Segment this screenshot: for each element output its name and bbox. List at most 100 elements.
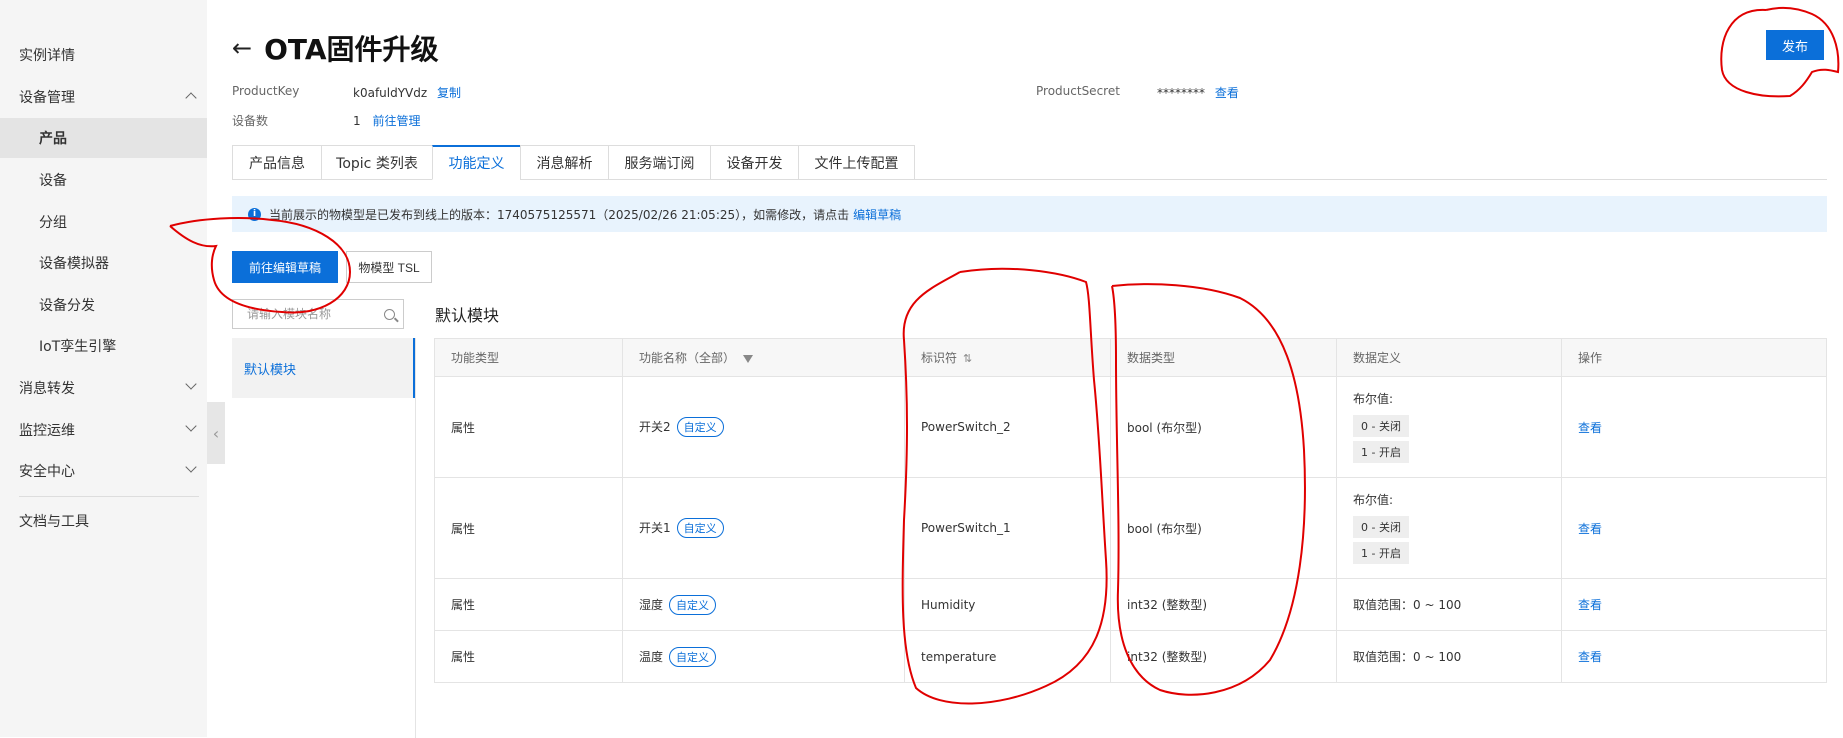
sidebar-item-instance-details[interactable]: 实例详情 — [0, 35, 207, 75]
cell-action: 查看 — [1561, 578, 1827, 631]
column-header-name[interactable]: 功能名称（全部） — [622, 338, 905, 377]
sidebar-item-label: 消息转发 — [19, 381, 75, 397]
sidebar-item-label: 设备 — [39, 173, 67, 189]
cell-type: 属性 — [434, 376, 623, 478]
tab-file-upload-config[interactable]: 文件上传配置 — [798, 145, 915, 180]
cell-action: 查看 — [1561, 477, 1827, 579]
view-link[interactable]: 查看 — [1578, 650, 1602, 664]
copy-link[interactable]: 复制 — [437, 86, 461, 100]
cell-data-definition: 取值范围：0 ~ 100 — [1336, 630, 1562, 683]
chevron-up-icon — [185, 92, 197, 104]
sidebar-item-label: 设备分发 — [39, 298, 95, 314]
arrow-left-icon[interactable]: ← — [232, 34, 252, 62]
product-key-label: ProductKey — [232, 84, 300, 98]
tsl-button[interactable]: 物模型 TSL — [346, 251, 432, 283]
column-header-data-definition: 数据定义 — [1336, 338, 1562, 377]
bool-title: 布尔值: — [1353, 492, 1394, 507]
view-link[interactable]: 查看 — [1578, 598, 1602, 612]
cell-identifier: PowerSwitch_2 — [904, 376, 1111, 478]
publish-button[interactable]: 发布 — [1766, 30, 1824, 60]
product-secret-value: ******** — [1157, 86, 1205, 100]
column-header-action: 操作 — [1561, 338, 1827, 377]
bool-chip: 1 - 开启 — [1353, 541, 1409, 564]
sidebar-item-docs-tools[interactable]: 文档与工具 — [0, 501, 207, 541]
sidebar-item-label: 设备模拟器 — [39, 256, 109, 272]
cell-data-type: int32 (整数型) — [1110, 630, 1337, 683]
function-name: 湿度 — [639, 597, 664, 612]
sort-icon[interactable]: ⇅ — [963, 352, 972, 365]
title-row: ← OTA固件升级 — [232, 28, 439, 68]
manage-link[interactable]: 前往管理 — [372, 114, 420, 128]
function-table: 功能类型 功能名称（全部） 标识符 ⇅ 数据类型 数据定义 操作 属性 开关2 自定… — [434, 338, 1827, 683]
cell-data-type: int32 (整数型) — [1110, 578, 1337, 631]
column-header-identifier[interactable]: 标识符 ⇅ — [904, 338, 1111, 377]
module-search[interactable] — [232, 299, 404, 329]
sidebar-item-device-simulator[interactable]: 设备模拟器 — [0, 243, 207, 283]
filter-icon[interactable] — [743, 354, 754, 363]
module-search-input[interactable] — [247, 307, 384, 321]
sidebar-item-group[interactable]: 分组 — [0, 202, 207, 242]
custom-tag: 自定义 — [669, 646, 717, 667]
sidebar-collapse-handle[interactable]: ‹ — [207, 402, 225, 464]
chevron-left-icon: ‹ — [212, 423, 220, 443]
sidebar-item-product[interactable]: 产品 — [0, 118, 207, 158]
chevron-down-icon — [185, 420, 197, 432]
sidebar-item-label: 设备管理 — [19, 90, 75, 106]
view-secret-link[interactable]: 查看 — [1215, 86, 1239, 100]
column-header-data-type: 数据类型 — [1110, 338, 1337, 377]
edit-draft-link[interactable]: 编辑草稿 — [853, 206, 901, 223]
go-edit-draft-button[interactable]: 前往编辑草稿 — [232, 251, 338, 283]
device-count-row: 设备数 — [232, 112, 268, 129]
table-row: 属性 湿度 自定义 Humidity int32 (整数型) 取值范围：0 ~ 1… — [434, 578, 1827, 631]
tab-product-info[interactable]: 产品信息 — [232, 145, 322, 180]
tab-server-subscription[interactable]: 服务端订阅 — [608, 145, 711, 180]
product-secret-label: ProductSecret — [1036, 84, 1120, 98]
cell-data-type: bool (布尔型) — [1110, 477, 1337, 579]
main-content: ← OTA固件升级 发布 ProductKey k0afuldYVdz 复制 设… — [232, 0, 1843, 738]
cell-identifier: temperature — [904, 630, 1111, 683]
product-key-row: ProductKey — [232, 84, 299, 98]
sidebar-item-monitoring[interactable]: 监控运维 — [0, 410, 207, 450]
sidebar-item-label: 文档与工具 — [19, 514, 89, 530]
tab-topic-list[interactable]: Topic 类列表 — [321, 145, 433, 180]
tab-device-development[interactable]: 设备开发 — [710, 145, 799, 180]
product-secret-row: ProductSecret — [1036, 84, 1120, 98]
page-title: OTA固件升级 — [264, 33, 439, 66]
view-link[interactable]: 查看 — [1578, 421, 1602, 435]
product-key-value-row: k0afuldYVdz 复制 — [353, 84, 461, 101]
sidebar-item-security-center[interactable]: 安全中心 — [0, 451, 207, 491]
sidebar-item-message-forwarding[interactable]: 消息转发 — [0, 368, 207, 408]
cell-identifier: PowerSwitch_1 — [904, 477, 1111, 579]
sidebar-item-iot-twin-engine[interactable]: IoT孪生引擎 — [0, 326, 207, 366]
tab-function-definition[interactable]: 功能定义 — [432, 145, 521, 180]
device-count-value: 1 — [353, 114, 361, 128]
product-secret-value-row: ******** 查看 — [1157, 84, 1239, 101]
sidebar-item-device-distribution[interactable]: 设备分发 — [0, 285, 207, 325]
module-item-label: 默认模块 — [244, 362, 297, 378]
view-link[interactable]: 查看 — [1578, 522, 1602, 536]
sidebar-item-label: 产品 — [39, 131, 67, 147]
cell-name: 湿度 自定义 — [622, 578, 905, 631]
column-header-name-label: 功能名称（全部） — [639, 351, 736, 365]
table-header-row: 功能类型 功能名称（全部） 标识符 ⇅ 数据类型 数据定义 操作 — [434, 338, 1827, 377]
tab-bar: 产品信息 Topic 类列表 功能定义 消息解析 服务端订阅 设备开发 文件上传… — [232, 145, 1827, 180]
tab-message-parsing[interactable]: 消息解析 — [520, 145, 609, 180]
sidebar-item-device[interactable]: 设备 — [0, 160, 207, 200]
table-row: 属性 开关1 自定义 PowerSwitch_1 bool (布尔型) 布尔值: … — [434, 477, 1827, 579]
table-row: 属性 温度 自定义 temperature int32 (整数型) 取值范围：0 … — [434, 630, 1827, 683]
notice-banner: i 当前展示的物模型是已发布到线上的版本：1740575125571（2025/… — [232, 196, 1827, 232]
cell-data-type: bool (布尔型) — [1110, 376, 1337, 478]
cell-name: 开关1 自定义 — [622, 477, 905, 579]
search-icon[interactable] — [384, 308, 395, 320]
table-row: 属性 开关2 自定义 PowerSwitch_2 bool (布尔型) 布尔值: … — [434, 376, 1827, 478]
notice-text: 当前展示的物模型是已发布到线上的版本：1740575125571（2025/02… — [269, 207, 850, 222]
custom-tag: 自定义 — [669, 594, 717, 615]
function-name: 开关1 — [639, 521, 671, 535]
sidebar-item-label: 安全中心 — [19, 464, 75, 480]
module-item-default[interactable]: 默认模块 — [232, 338, 415, 398]
product-key-value: k0afuldYVdz — [353, 86, 428, 100]
chevron-down-icon — [185, 461, 197, 473]
cell-name: 开关2 自定义 — [622, 376, 905, 478]
sidebar-item-device-management[interactable]: 设备管理 — [0, 77, 207, 117]
cell-action: 查看 — [1561, 376, 1827, 478]
